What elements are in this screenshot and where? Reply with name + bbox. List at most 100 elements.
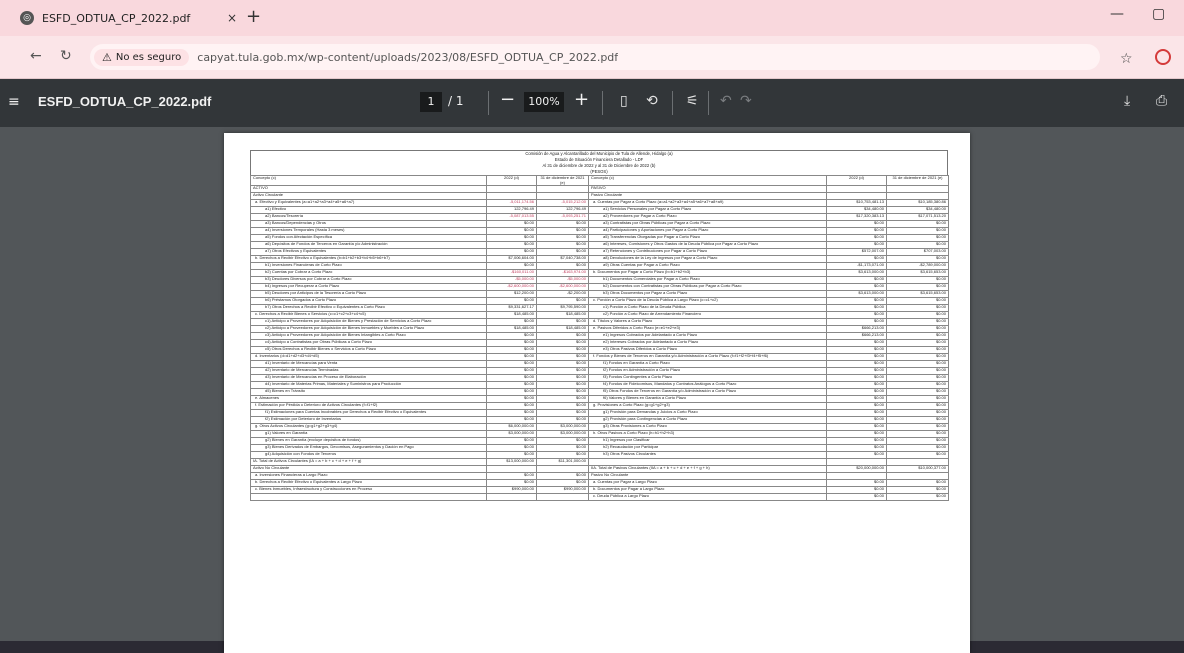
bookmark-star-icon[interactable]: ☆ xyxy=(1120,51,1133,67)
table-row: a. Efectivo y Equivalentes (a=a1+a2+a3+a… xyxy=(250,199,949,208)
warning-icon: ⚠ xyxy=(102,50,112,64)
value-2022-cell: $0.00 xyxy=(486,451,537,460)
back-icon[interactable]: ← xyxy=(30,48,42,64)
value-2021-cell: $0.00 xyxy=(536,353,589,362)
value-2022-cell: $0.00 xyxy=(486,297,537,306)
concept-cell: b5) Deudores por Anticipos de la Tesorer… xyxy=(250,290,487,299)
value-2021-cell: $0.00 xyxy=(886,493,949,502)
concept-cell: a2) Bancos/Tesorería xyxy=(250,213,487,222)
restore-icon[interactable]: ▢ xyxy=(1152,6,1165,22)
security-chip[interactable]: ⚠ No es seguro xyxy=(94,48,190,66)
value-2021-cell: $0.00 xyxy=(886,388,949,397)
table-row: a5) Fondos con Afectación Específica $0.0… xyxy=(250,234,949,243)
new-tab-button[interactable]: + xyxy=(246,6,261,28)
undo-icon[interactable]: ↶ xyxy=(720,93,732,109)
rotate-icon[interactable]: ⟲ xyxy=(646,93,658,109)
address-bar[interactable]: ⚠ No es seguro capyat.tula.gob.mx/wp-con… xyxy=(90,44,1100,70)
value-2021-cell: -5,093,251.71 xyxy=(536,213,589,222)
concept-cell: b7) Otros Derechos a Recibir Efectivo o … xyxy=(250,304,487,313)
concept-cell: a7) Retenciones y Contribuciones por Pag… xyxy=(588,248,827,257)
value-2022-cell: $0.00 xyxy=(826,276,887,285)
concept-cell: c1) Anticipo a Proveedores por Adquisici… xyxy=(250,318,487,327)
value-2021-cell: $3,000,000.00 xyxy=(536,423,589,432)
table-row: b2) Cuentas por Cobrar a Corto Plazo -$16… xyxy=(250,269,949,278)
zoom-out-button[interactable]: − xyxy=(500,89,515,110)
concept-cell: b. Derechos a Recibir Efectivo o Equival… xyxy=(250,255,487,264)
redo-icon[interactable]: ↷ xyxy=(740,93,752,109)
value-2022-cell xyxy=(486,493,537,502)
table-row: c3) Anticipo a Proveedores por Adquisici… xyxy=(250,332,949,341)
value-2022-cell: $0.00 xyxy=(486,409,537,418)
value-2022-cell: $0.00 xyxy=(826,430,887,439)
toolbar-divider xyxy=(488,91,489,115)
concept-cell: d2) Inventario de Mercancías Terminadas xyxy=(250,367,487,376)
concept-cell: f1) Fondos en Garantía a Corto Plazo xyxy=(588,360,827,369)
table-row: b7) Otros Derechos a Recibir Efectivo o … xyxy=(250,304,949,313)
column-header: 31 de diciembre de 2021 (e) xyxy=(886,174,949,187)
value-2022-cell xyxy=(826,185,887,194)
value-2021-cell: $0.00 xyxy=(886,234,949,243)
value-2022-cell: $18,485.00 xyxy=(486,325,537,334)
print-icon[interactable]: ⎙ xyxy=(1156,93,1167,109)
url-text[interactable]: capyat.tula.gob.mx/wp-content/uploads/20… xyxy=(197,51,618,64)
value-2021-cell: $3,615,653.00 xyxy=(886,290,949,299)
value-2022-cell: $0.00 xyxy=(486,374,537,383)
value-2021-cell: $18,485.00 xyxy=(536,325,589,334)
fit-page-icon[interactable]: ▯ xyxy=(620,93,628,109)
value-2021-cell: $0.00 xyxy=(536,395,589,404)
zoom-input[interactable]: 100% xyxy=(524,92,564,112)
concept-cell: c. Derechos a Recibir Bienes o Servicios… xyxy=(250,311,487,320)
table-row: c. Bienes Inmuebles, Infraestructura y C… xyxy=(250,486,949,495)
value-2021-cell: $0.00 xyxy=(536,402,589,411)
minimize-icon[interactable]: — xyxy=(1110,6,1124,22)
column-header: 2022 (d) xyxy=(826,174,887,187)
concept-cell xyxy=(588,458,827,467)
concept-cell: d. Inventarios (d=d1+d2+d3+d4+d5) xyxy=(250,353,487,362)
concept-cell: g. Provisiones a Corto Plazo (g=g1+g2+g3… xyxy=(588,402,827,411)
concept-cell: d1) Inventario de Mercancías para Venta xyxy=(250,360,487,369)
value-2021-cell: $0.00 xyxy=(536,248,589,257)
download-icon[interactable]: ⤓ xyxy=(1124,93,1130,109)
value-2022-cell: -$5,000.00 xyxy=(486,276,537,285)
value-2021-cell: $0.00 xyxy=(886,416,949,425)
browser-tab[interactable]: ◎ ESFD_ODTUA_CP_2022.pdf × xyxy=(20,6,240,30)
value-2022-cell: $12,200.00 xyxy=(486,290,537,299)
annotate-icon[interactable]: ⚟ xyxy=(686,93,699,109)
menu-icon[interactable]: ≡ xyxy=(8,94,20,110)
value-2021-cell: $0.00 xyxy=(886,332,949,341)
table-row: IA. Total de Activos Circulantes (IA = a… xyxy=(250,458,949,467)
value-2022-cell: $0.00 xyxy=(826,304,887,313)
concept-cell: b4) Ingresos por Recuperar a Corto Plazo xyxy=(250,283,487,292)
value-2021-cell: $0.00 xyxy=(886,402,949,411)
concept-cell: g1) Provisión para Demandas y Juicios a … xyxy=(588,409,827,418)
concept-cell: a8) Devoluciones de la Ley de Ingresos p… xyxy=(588,255,827,264)
table-row: b. Derechos a Recibir Efectivo o Equival… xyxy=(250,255,949,264)
concept-cell: a5) Fondos con Afectación Específica xyxy=(250,234,487,243)
concept-cell: g2) Bienes en Garantía (excluye depósito… xyxy=(250,437,487,446)
value-2022-cell: $3,000,000.00 xyxy=(486,430,537,439)
value-2021-cell: $0.00 xyxy=(886,444,949,453)
pdf-viewport[interactable]: Comisión de Agua y Alcantarillado del Mu… xyxy=(0,127,1184,653)
table-row: d1) Inventario de Mercancías para Venta $… xyxy=(250,360,949,369)
profile-avatar[interactable] xyxy=(1155,49,1171,65)
value-2022-cell: $0.00 xyxy=(826,444,887,453)
value-2021-cell: $707,003.00 xyxy=(886,248,949,257)
value-2022-cell xyxy=(826,192,887,201)
concept-cell: Activo No Circulante xyxy=(250,465,487,474)
page-number-input[interactable]: 1 xyxy=(420,92,442,112)
concept-cell: a9) Otras Cuentas por Pagar a Corto Plaz… xyxy=(588,262,827,271)
value-2022-cell: $0.00 xyxy=(826,241,887,250)
value-2022-cell: $666,213.00 xyxy=(826,332,887,341)
concept-cell: b3) Otros Documentos por Pagar a Corto P… xyxy=(588,290,827,299)
value-2021-cell: $0.00 xyxy=(536,234,589,243)
close-tab-icon[interactable]: × xyxy=(224,11,240,25)
reload-icon[interactable]: ↻ xyxy=(60,48,72,64)
value-2022-cell: $9,331,627.17 xyxy=(486,304,537,313)
value-2021-cell: $0.00 xyxy=(886,325,949,334)
table-row: Activo No Circulante IIA. Total de Pasivo… xyxy=(250,465,949,474)
zoom-in-button[interactable]: + xyxy=(574,89,589,110)
statement-header: Comisión de Agua y Alcantarillado del Mu… xyxy=(250,150,948,175)
value-2022-cell: $0.00 xyxy=(826,437,887,446)
value-2022-cell: $0.00 xyxy=(486,248,537,257)
value-2021-cell: $0.00 xyxy=(536,360,589,369)
